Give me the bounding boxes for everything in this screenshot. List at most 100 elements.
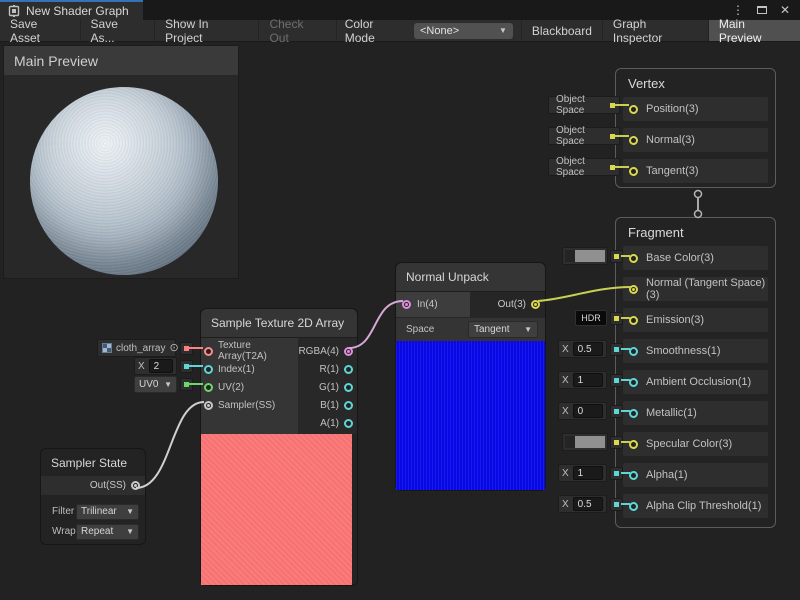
vertex-row-position[interactable]: Position(3) — [623, 97, 768, 121]
fragment-row-base-color[interactable]: Base Color(3) — [623, 246, 768, 270]
index-port[interactable] — [204, 365, 213, 374]
metallic-value-chip[interactable]: X 0 — [558, 402, 607, 420]
vertex-node[interactable]: Vertex Position(3) Normal(3) Tangent(3) — [615, 68, 776, 188]
kebab-menu-icon[interactable]: ⋮ — [732, 4, 744, 16]
emission-hdr-field[interactable]: HDR — [575, 310, 607, 326]
uv-port[interactable] — [204, 383, 213, 392]
output-row-r[interactable]: R(1) — [298, 360, 357, 378]
in-port[interactable] — [402, 300, 411, 309]
uv-dot-chip — [180, 378, 193, 391]
emission-port[interactable] — [629, 316, 638, 325]
alpha-clip-threshold-port[interactable] — [629, 502, 638, 511]
metallic-value-field[interactable]: 0 — [573, 404, 603, 418]
tangent-port[interactable] — [629, 167, 638, 176]
object-space-chip-position[interactable]: Object Space — [548, 96, 620, 114]
texture-array-port[interactable] — [204, 347, 213, 356]
uv-channel-dropdown[interactable]: UV0 ▼ — [134, 376, 177, 393]
graph-inspector-toggle-button[interactable]: Graph Inspector — [602, 20, 708, 41]
fragment-row-emission[interactable]: Emission(3) — [623, 308, 768, 332]
alpha-clip-value-field[interactable]: 0.5 — [573, 497, 603, 511]
show-in-project-button[interactable]: Show In Project — [155, 20, 259, 41]
ambient-occlusion-value-chip[interactable]: X 1 — [558, 371, 607, 389]
ambient-occlusion-port[interactable] — [629, 378, 638, 387]
a-port[interactable] — [344, 419, 353, 428]
maximize-icon[interactable] — [757, 6, 767, 14]
sampler-port[interactable] — [204, 401, 213, 410]
base-color-port[interactable] — [629, 254, 638, 263]
fragment-row-alpha-clip[interactable]: Alpha Clip Threshold(1) — [623, 494, 768, 518]
alpha-clip-value-chip[interactable]: X 0.5 — [558, 495, 607, 513]
input-row-sampler[interactable]: Sampler(SS) — [201, 396, 298, 414]
color-field-edge — [565, 250, 575, 262]
normal-port[interactable] — [629, 136, 638, 145]
vertex-row-normal[interactable]: Normal(3) — [623, 128, 768, 152]
sampler-label: Sampler(SS) — [218, 400, 275, 411]
wire-samplerstate-to-sampler[interactable] — [136, 402, 204, 488]
base-color-label: Base Color(3) — [646, 252, 714, 264]
g-port[interactable] — [344, 383, 353, 392]
normal-tangent-space-port[interactable] — [629, 285, 638, 294]
space-dropdown[interactable]: Tangent ▼ — [468, 321, 538, 338]
vec3-dot — [614, 316, 619, 321]
base-color-dot-chip — [610, 250, 623, 263]
alpha-value-chip[interactable]: X 1 — [558, 464, 607, 482]
fragment-node[interactable]: Fragment Base Color(3) Normal (Tangent S… — [615, 217, 776, 528]
fragment-row-metallic[interactable]: Metallic(1) — [623, 401, 768, 425]
index-value-field[interactable]: 2 — [149, 359, 173, 373]
output-row-rgba[interactable]: RGBA(4) — [298, 342, 357, 360]
input-row-index[interactable]: Index(1) — [201, 360, 298, 378]
sampler-state-node[interactable]: Sampler State Out(SS) Filter Trilinear ▼… — [40, 448, 146, 545]
smoothness-value-field[interactable]: 0.5 — [573, 342, 603, 356]
smoothness-port[interactable] — [629, 347, 638, 356]
main-preview-panel[interactable]: Main Preview — [4, 46, 238, 278]
ambient-occlusion-value-field[interactable]: 1 — [573, 373, 603, 387]
b-port[interactable] — [344, 401, 353, 410]
object-picker-icon[interactable]: ⊙ — [169, 343, 178, 354]
index-value-chip[interactable]: X 2 — [134, 357, 177, 375]
fragment-row-ambient-occlusion[interactable]: Ambient Occlusion(1) — [623, 370, 768, 394]
input-row-texture-array[interactable]: Texture Array(T2A) — [201, 342, 298, 360]
blackboard-toggle-button[interactable]: Blackboard — [521, 20, 602, 41]
specular-color-swatch[interactable] — [562, 433, 608, 451]
a-label: A(1) — [320, 418, 339, 429]
save-asset-button[interactable]: Save Asset — [0, 20, 81, 41]
position-port[interactable] — [629, 105, 638, 114]
fragment-row-specular-color[interactable]: Specular Color(3) — [623, 432, 768, 456]
output-row-g[interactable]: G(1) — [298, 378, 357, 396]
save-as-button[interactable]: Save As... — [81, 20, 156, 41]
close-icon[interactable]: ✕ — [780, 4, 790, 16]
smoothness-value-chip[interactable]: X 0.5 — [558, 340, 607, 358]
normal-unpack-node[interactable]: Normal Unpack In(4) Out(3) Space Tangent… — [395, 262, 546, 491]
main-preview-header[interactable]: Main Preview — [4, 46, 238, 75]
object-space-chip-normal[interactable]: Object Space — [548, 127, 620, 145]
rgba-port[interactable] — [344, 347, 353, 356]
sample-texture-2d-array-node[interactable]: Sample Texture 2D Array Texture Array(T2… — [200, 308, 358, 586]
metallic-port[interactable] — [629, 409, 638, 418]
color-mode-dropdown[interactable]: <None> ▼ — [414, 23, 513, 39]
out-ss-port[interactable] — [131, 481, 140, 490]
fragment-row-alpha[interactable]: Alpha(1) — [623, 463, 768, 487]
output-row-a[interactable]: A(1) — [298, 414, 357, 432]
texture-array-object-chip[interactable]: cloth_array ⊙ — [97, 339, 176, 357]
preview-sphere — [30, 87, 218, 275]
object-space-chip-tangent[interactable]: Object Space — [548, 158, 620, 176]
wrap-dropdown[interactable]: Repeat ▼ — [76, 524, 139, 540]
sampler-state-out-row[interactable]: Out(SS) — [41, 476, 145, 495]
normal-unpack-out-row[interactable]: Out(3) — [470, 292, 545, 317]
normal-unpack-in-row[interactable]: In(4) — [396, 292, 470, 317]
fragment-row-smoothness[interactable]: Smoothness(1) — [623, 339, 768, 363]
alpha-value-field[interactable]: 1 — [573, 466, 603, 480]
filter-dropdown[interactable]: Trilinear ▼ — [76, 504, 139, 520]
input-row-uv[interactable]: UV(2) — [201, 378, 298, 396]
tangent-label: Tangent(3) — [646, 165, 699, 177]
alpha-port[interactable] — [629, 471, 638, 480]
main-preview-toggle-button[interactable]: Main Preview — [708, 20, 800, 41]
output-row-b[interactable]: B(1) — [298, 396, 357, 414]
texture-dot — [184, 346, 189, 351]
vertex-row-tangent[interactable]: Tangent(3) — [623, 159, 768, 183]
base-color-swatch[interactable] — [562, 247, 608, 265]
fragment-row-normal-ts[interactable]: Normal (Tangent Space)(3) — [623, 277, 768, 301]
r-port[interactable] — [344, 365, 353, 374]
specular-color-port[interactable] — [629, 440, 638, 449]
out-port[interactable] — [531, 300, 540, 309]
